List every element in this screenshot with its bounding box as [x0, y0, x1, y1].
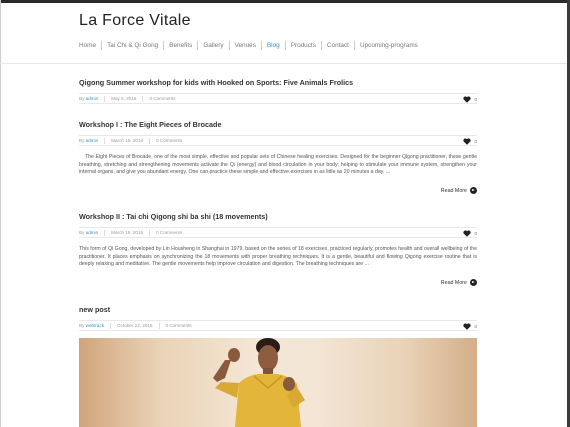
meta-divider — [149, 229, 151, 236]
nav-venues[interactable]: Venues — [228, 40, 261, 50]
by-label: By — [79, 323, 85, 328]
meta-divider — [142, 95, 144, 102]
post-date: May 6, 2016 — [111, 96, 137, 101]
post-comments-link[interactable]: 0 Comments — [156, 138, 182, 143]
blog-post: Workshop I : The Eight Pieces of Brocade… — [79, 120, 477, 194]
like-button[interactable]: 0 — [463, 138, 477, 145]
post-title[interactable]: new post — [79, 305, 477, 314]
post-comments-link[interactable]: 0 Comments — [156, 230, 182, 235]
heart-icon — [463, 323, 472, 330]
post-author[interactable]: admin — [86, 230, 99, 235]
heart-icon — [463, 96, 472, 103]
post-author[interactable]: admin — [86, 138, 99, 143]
post-date: October 22, 2015 — [117, 323, 153, 328]
post-date: March 15, 2016 — [111, 138, 144, 143]
like-button[interactable]: 0 — [463, 96, 477, 103]
blog-post: new post By webtrack October 22, 2015 0 … — [79, 305, 477, 331]
nav-products[interactable]: Products — [284, 40, 321, 50]
post-meta: By webtrack October 22, 2015 0 Comments … — [79, 320, 477, 331]
nav-blog[interactable]: Blog — [260, 40, 285, 50]
post-title[interactable]: Workshop I : The Eight Pieces of Brocade — [79, 120, 477, 129]
post-excerpt: This form of Qi Gong, developed by Lin H… — [79, 246, 477, 267]
by-label: By — [79, 138, 85, 143]
header-divider — [0, 63, 567, 64]
meta-divider — [104, 229, 106, 236]
heart-icon — [463, 138, 472, 145]
like-count: 0 — [474, 97, 477, 102]
post-title[interactable]: Workshop II : Tai chi Qigong shi ba shi … — [79, 212, 477, 221]
nav-tai-chi-qi-gong[interactable]: Tai Chi & Qi Gong — [101, 40, 163, 50]
post-author[interactable]: webtrack — [86, 323, 104, 328]
nav-home[interactable]: Home — [79, 41, 101, 50]
read-more-link[interactable]: Read More — [441, 279, 477, 286]
nav-benefits[interactable]: Benefits — [163, 40, 197, 50]
arrow-circle-right-icon — [470, 187, 477, 194]
like-count: 0 — [474, 139, 477, 144]
arrow-circle-right-icon — [470, 279, 477, 286]
nav-upcoming-programs[interactable]: Upcoming-programs — [353, 40, 423, 50]
meta-divider — [110, 322, 112, 329]
post-meta: By admin May 6, 2016 0 Comments 0 — [79, 93, 477, 104]
nav-contact[interactable]: Contact — [320, 40, 354, 50]
like-count: 0 — [474, 324, 477, 329]
page-edge — [0, 0, 1, 427]
post-title[interactable]: Qigong Summer workshop for kids with Hoo… — [79, 78, 477, 87]
meta-divider — [158, 322, 160, 329]
post-meta: By admin March 15, 2016 0 Comments 0 — [79, 227, 477, 238]
qigong-practitioner-figure — [213, 338, 305, 427]
post-featured-image[interactable] — [79, 338, 477, 427]
blog-post: Qigong Summer workshop for kids with Hoo… — [79, 78, 477, 104]
post-comments-link[interactable]: 0 Comments — [149, 96, 175, 101]
post-meta: By admin March 15, 2016 0 Comments 0 — [79, 135, 477, 146]
site-title[interactable]: La Force Vitale — [79, 12, 191, 30]
nav-gallery[interactable]: Gallery — [197, 40, 228, 50]
by-label: By — [79, 230, 85, 235]
like-button[interactable]: 0 — [463, 323, 477, 330]
meta-divider — [104, 137, 106, 144]
read-more-label: Read More — [440, 187, 467, 194]
post-excerpt: The Eight Pieces of Brocade, one of the … — [79, 154, 477, 175]
top-bar — [0, 0, 570, 3]
blog-post: Workshop II : Tai chi Qigong shi ba shi … — [79, 212, 477, 286]
like-button[interactable]: 0 — [463, 230, 477, 237]
main-nav: Home Tai Chi & Qi Gong Benefits Gallery … — [79, 40, 423, 50]
post-date: March 15, 2016 — [111, 230, 144, 235]
read-more-link[interactable]: Read More — [441, 187, 477, 194]
post-comments-link[interactable]: 0 Comments — [166, 323, 192, 328]
by-label: By — [79, 96, 85, 101]
meta-divider — [104, 95, 106, 102]
heart-icon — [463, 230, 472, 237]
like-count: 0 — [474, 231, 477, 236]
read-more-label: Read More — [440, 279, 467, 286]
meta-divider — [149, 137, 151, 144]
post-author[interactable]: admin — [86, 96, 99, 101]
